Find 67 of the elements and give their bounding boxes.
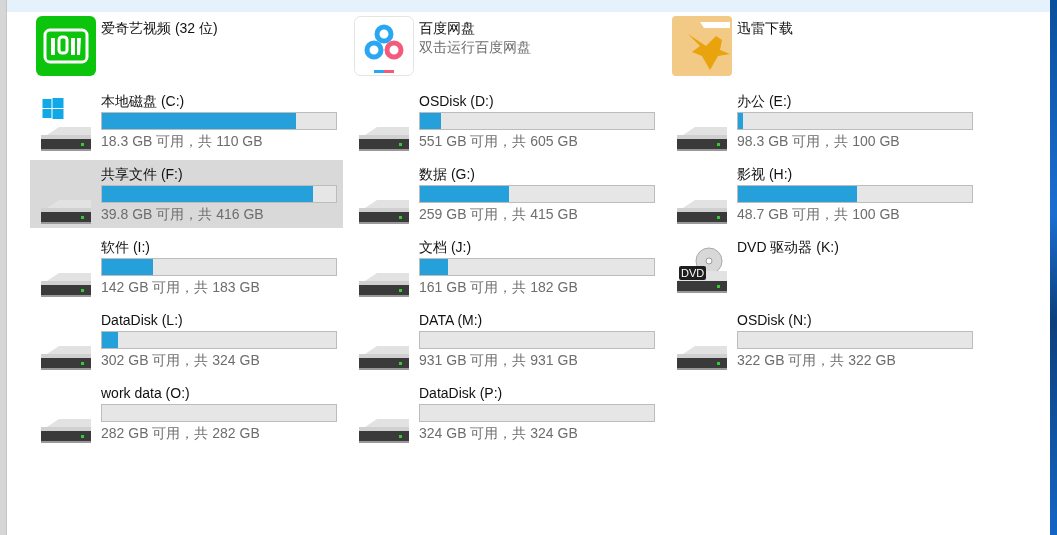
app-tile[interactable]: 迅雷下载 [666,14,979,82]
item-title: 迅雷下载 [737,19,793,37]
space-text: 324 GB 可用，共 324 GB [419,424,579,443]
hard-drive-icon [40,127,91,151]
item-title: work data (O:) [101,384,191,402]
drive-tile[interactable]: DATA (M:) 931 GB 可用，共 931 GB [348,306,661,374]
hard-drive-icon [40,419,91,443]
item-title: 软件 (I:) [101,238,151,256]
drive-tile[interactable]: DataDisk (P:) 324 GB 可用，共 324 GB [348,379,661,447]
item-subtitle: 双击运行百度网盘 [419,38,531,57]
space-text: 48.7 GB 可用，共 100 GB [737,205,901,224]
space-text: 161 GB 可用，共 182 GB [419,278,579,297]
app-tile[interactable]: 百度网盘 双击运行百度网盘 [348,14,661,82]
space-text: 931 GB 可用，共 931 GB [419,351,579,370]
space-text: 39.8 GB 可用，共 416 GB [101,205,265,224]
item-title: OSDisk (D:) [419,92,495,110]
item-title: 共享文件 (F:) [101,165,184,183]
space-text: 551 GB 可用，共 605 GB [419,132,579,151]
drive-tile[interactable]: OSDisk (D:) 551 GB 可用，共 605 GB [348,87,661,155]
drive-tile[interactable]: 文档 (J:) 161 GB 可用，共 182 GB [348,233,661,301]
space-text: 302 GB 可用，共 324 GB [101,351,261,370]
drive-tile[interactable]: 影视 (H:) 48.7 GB 可用，共 100 GB [666,160,979,228]
item-title: DataDisk (P:) [419,384,504,402]
cloud-logo-icon [353,16,414,76]
hard-drive-icon [358,273,409,297]
space-text: 18.3 GB 可用，共 110 GB [101,132,264,151]
item-title: 办公 (E:) [737,92,793,110]
hard-drive-icon [676,127,727,151]
group-header[interactable] [7,0,1050,12]
hard-drive-icon [40,273,91,297]
item-title: DVD 驱动器 (K:) [737,238,839,256]
space-text: 98.3 GB 可用，共 100 GB [737,132,901,151]
app-tile[interactable]: 爱奇艺视频 (32 位) [30,14,343,82]
hard-drive-icon [358,419,409,443]
hard-drive-icon [676,346,727,370]
drive-tile[interactable]: DVD DVD 驱动器 (K:) [666,233,979,301]
item-title: DATA (M:) [419,311,484,329]
item-title: OSDisk (N:) [737,311,813,329]
drive-tile[interactable]: DataDisk (L:) 302 GB 可用，共 324 GB [30,306,343,374]
hard-drive-icon [40,346,91,370]
hard-drive-icon [358,346,409,370]
hard-drive-icon [358,200,409,224]
item-title: 影视 (H:) [737,165,794,183]
tv-logo-icon [35,16,96,76]
item-title: DataDisk (L:) [101,311,184,329]
item-title: 爱奇艺视频 (32 位) [101,19,218,37]
hard-drive-icon [358,127,409,151]
item-title: 文档 (J:) [419,238,473,256]
item-title: 百度网盘 [419,19,476,37]
drive-tile[interactable]: OSDisk (N:) 322 GB 可用，共 322 GB [666,306,979,374]
drive-tile[interactable]: work data (O:) 282 GB 可用，共 282 GB [30,379,343,447]
item-title: 数据 (G:) [419,165,476,183]
windows-logo-icon [41,98,64,119]
hard-drive-icon [40,200,91,224]
dvd-label: DVD [679,266,707,280]
drive-tile[interactable]: 共享文件 (F:) 39.8 GB 可用，共 416 GB [30,160,343,228]
bird-folder-icon [671,16,732,76]
hard-drive-icon [676,200,727,224]
drive-tile[interactable]: 数据 (G:) 259 GB 可用，共 415 GB [348,160,661,228]
drive-tile[interactable]: 本地磁盘 (C:) 18.3 GB 可用，共 110 GB [30,87,343,155]
item-title: 本地磁盘 (C:) [101,92,186,110]
space-text: 142 GB 可用，共 183 GB [101,278,261,297]
drive-tile[interactable]: 办公 (E:) 98.3 GB 可用，共 100 GB [666,87,979,155]
space-text: 282 GB 可用，共 282 GB [101,424,261,443]
space-text: 259 GB 可用，共 415 GB [419,205,579,224]
space-text: 322 GB 可用，共 322 GB [737,351,897,370]
drive-tile[interactable]: 软件 (I:) 142 GB 可用，共 183 GB [30,233,343,301]
